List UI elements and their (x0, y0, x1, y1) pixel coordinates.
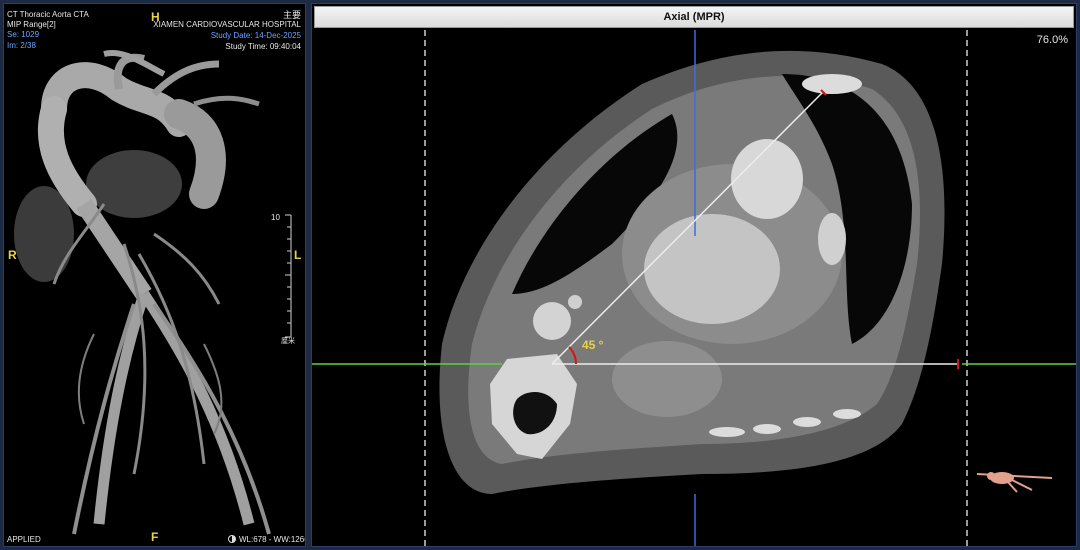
angle-label: 45 ° (582, 338, 604, 352)
hospital-name: XIAMEN CARDIOVASCULAR HOSPITAL (153, 20, 301, 29)
orientation-left: R (8, 248, 17, 262)
mip-vessel-image (14, 50, 292, 543)
orientation-top: H (151, 10, 160, 24)
window-level: WL:678 - WW:1266 (239, 535, 306, 544)
axial-ct-image (312, 30, 1076, 546)
scale-label: 10 (271, 213, 280, 222)
image-number: Im: 2/38 (7, 41, 36, 50)
scale-unit: 厘米 (281, 338, 295, 345)
study-date: Study Date: 14-Dec-2025 (210, 31, 301, 40)
mip-viewport[interactable]: CT Thoracic Aorta CTA MIP Range[2] Se: 1… (3, 3, 306, 547)
applied-label: APPLIED (7, 535, 41, 544)
study-name: CT Thoracic Aorta CTA (7, 10, 89, 19)
orientation-right: L (294, 248, 302, 262)
axial-mpr-viewport[interactable]: Axial (MPR) 76.0% 45 ° (311, 3, 1077, 547)
series-number: Se: 1029 (7, 30, 40, 39)
study-time: Study Time: 09:40:04 (225, 42, 301, 51)
orientation-bottom: F (151, 530, 159, 544)
status-label: 主要 (282, 10, 301, 20)
mip-range: MIP Range[2] (7, 20, 56, 29)
orientation-mannequin-icon (976, 472, 1053, 493)
